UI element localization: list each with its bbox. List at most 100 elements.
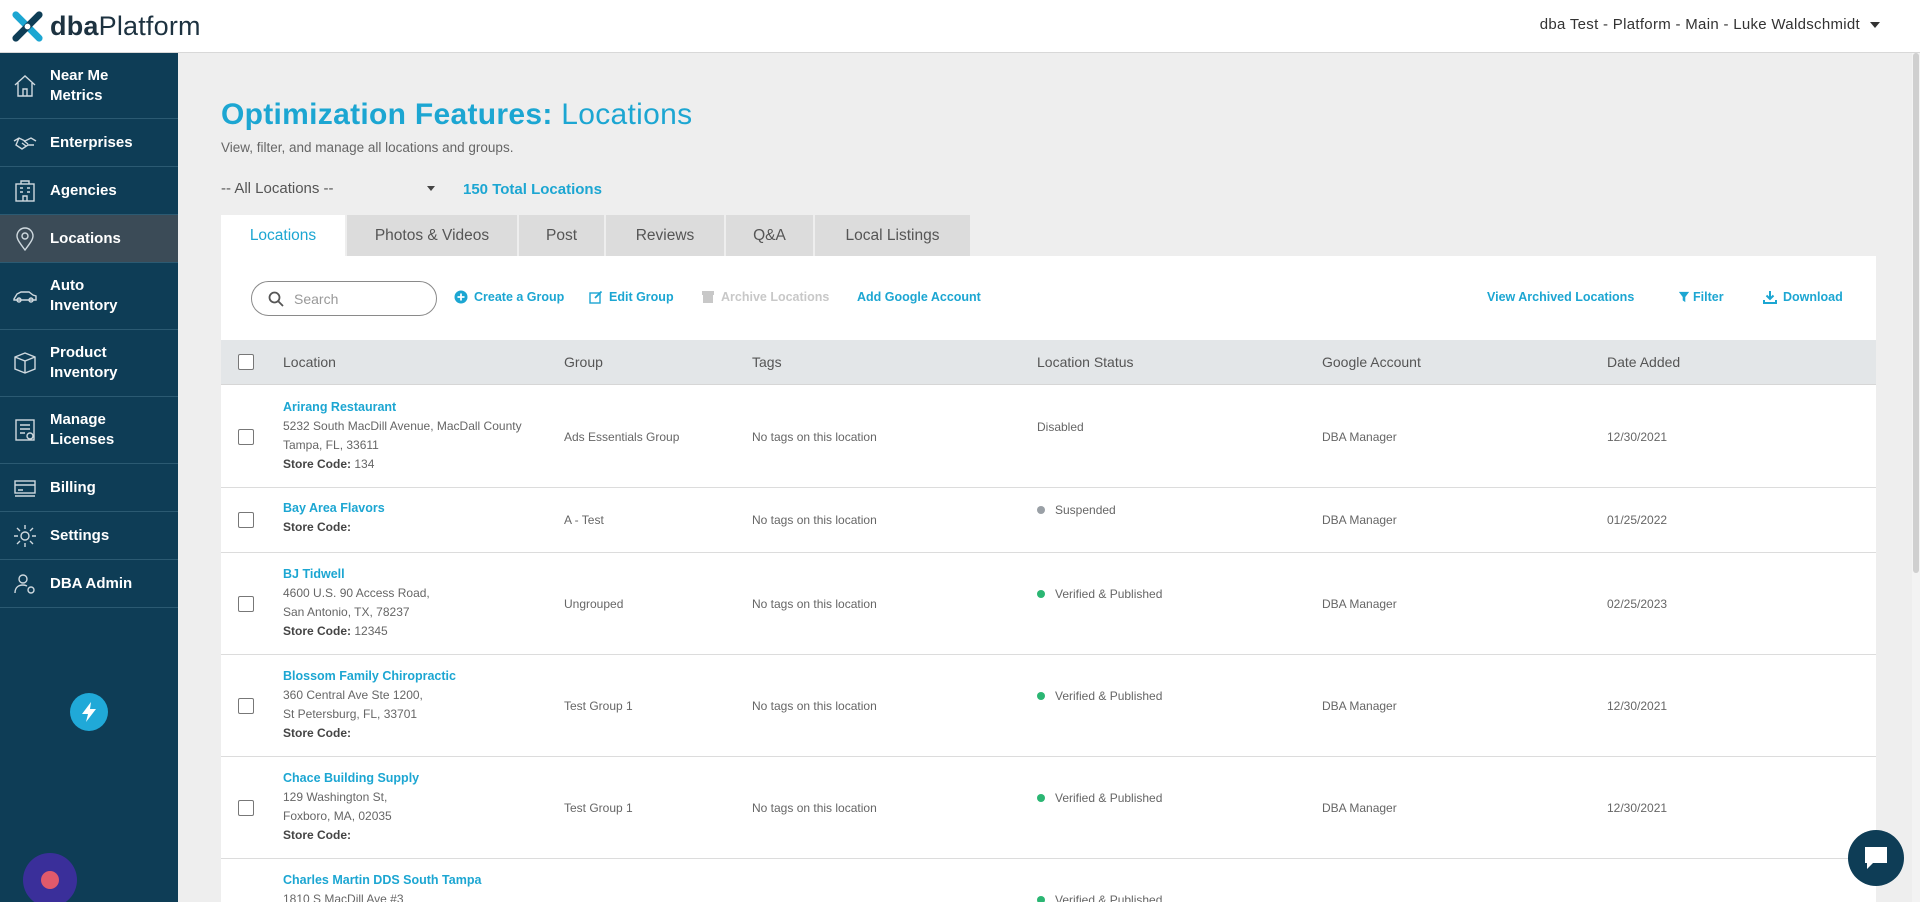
status-dot-icon	[1037, 794, 1045, 802]
location-cell: Blossom Family Chiropractic 360 Central …	[283, 669, 456, 743]
filter-label: Filter	[1693, 290, 1724, 304]
chat-button[interactable]	[1848, 830, 1904, 886]
tab-locations[interactable]: Locations	[221, 215, 345, 256]
store-code: Store Code: 134	[283, 457, 375, 471]
location-cell: Chace Building Supply 129 Washington St,…	[283, 771, 419, 845]
row-checkbox[interactable]	[238, 800, 254, 816]
location-cell: Bay Area Flavors Store Code:	[283, 501, 385, 537]
edit-group-label: Edit Group	[609, 290, 674, 304]
create-group-label: Create a Group	[474, 290, 565, 304]
tab-local-listings[interactable]: Local Listings	[815, 215, 970, 256]
view-archived-locations-button[interactable]: View Archived Locations	[1487, 290, 1634, 304]
column-header-google-account[interactable]: Google Account	[1322, 354, 1421, 370]
page-scrollbar[interactable]	[1912, 53, 1920, 902]
column-header-tags[interactable]: Tags	[752, 354, 782, 370]
filter-icon	[1678, 291, 1690, 303]
chat-bubble-icon	[1865, 847, 1887, 869]
date-added-cell: 01/25/2022	[1607, 513, 1668, 527]
archive-locations-button[interactable]: Archive Locations	[701, 290, 829, 304]
gear-icon	[12, 523, 38, 549]
location-name-link[interactable]: Blossom Family Chiropractic	[283, 669, 456, 683]
sidebar-item-label: Enterprises	[50, 133, 133, 151]
sidebar-item-auto-inventory[interactable]: Auto Inventory	[0, 263, 178, 330]
group-cell: Test Group 1	[564, 801, 633, 815]
record-dot-icon	[41, 871, 59, 889]
status-dot-icon	[1037, 506, 1045, 514]
search-icon	[268, 291, 284, 307]
location-address-line: 129 Washington St,	[283, 790, 388, 804]
location-cell: Arirang Restaurant 5232 South MacDill Av…	[283, 400, 522, 474]
download-button[interactable]: Download	[1763, 290, 1843, 304]
column-header-date-added[interactable]: Date Added	[1607, 354, 1680, 370]
location-name-link[interactable]: Chace Building Supply	[283, 771, 419, 785]
status-cell: Suspended	[1037, 503, 1116, 517]
status-label: Suspended	[1055, 503, 1116, 517]
add-google-account-button[interactable]: Add Google Account	[857, 290, 981, 304]
tab-reviews[interactable]: Reviews	[606, 215, 724, 256]
table-header: Location Group Tags Location Status Goog…	[221, 340, 1876, 385]
sidebar-item-locations[interactable]: Locations	[0, 215, 178, 263]
logo-mark-icon	[12, 11, 43, 42]
location-name-link[interactable]: BJ Tidwell	[283, 567, 430, 581]
sidebar-item-agencies[interactable]: Agencies	[0, 167, 178, 215]
sidebar-item-label: Billing	[50, 478, 96, 496]
sidebar-item-enterprises[interactable]: Enterprises	[0, 119, 178, 167]
status-dot-icon	[1037, 590, 1045, 598]
tab-qa[interactable]: Q&A	[726, 215, 813, 256]
table-row: Blossom Family Chiropractic 360 Central …	[221, 655, 1876, 757]
search-box[interactable]	[251, 281, 437, 316]
date-added-cell: 12/30/2021	[1607, 699, 1668, 713]
location-name-link[interactable]: Charles Martin DDS South Tampa	[283, 873, 481, 887]
location-name-link[interactable]: Arirang Restaurant	[283, 400, 522, 414]
status-label: Verified & Published	[1055, 689, 1163, 703]
location-select[interactable]: -- All Locations --	[221, 180, 443, 197]
quick-action-bolt-icon[interactable]	[70, 693, 108, 731]
download-icon	[1763, 291, 1777, 304]
dba-platform-logo[interactable]: dbaPlatform	[10, 9, 201, 44]
total-locations-link[interactable]: 150 Total Locations	[463, 181, 602, 198]
home-icon	[12, 73, 38, 99]
edit-group-button[interactable]: Edit Group	[589, 290, 674, 304]
row-checkbox[interactable]	[238, 596, 254, 612]
status-cell: Disabled	[1037, 420, 1084, 434]
select-all-checkbox[interactable]	[238, 354, 254, 370]
google-account-cell: DBA Manager	[1322, 597, 1397, 611]
sidebar-item-billing[interactable]: Billing	[0, 464, 178, 512]
status-cell: Verified & Published	[1037, 689, 1162, 703]
column-header-location-status[interactable]: Location Status	[1037, 354, 1134, 370]
assistant-orb-button[interactable]	[23, 853, 77, 902]
column-header-location[interactable]: Location	[283, 354, 336, 370]
account-switcher[interactable]: dba Test - Platform - Main - Luke Waldsc…	[1540, 16, 1880, 33]
sidebar-item-near-me-metrics[interactable]: Near Me Metrics	[0, 53, 178, 119]
tags-cell: No tags on this location	[752, 513, 877, 527]
tab-post[interactable]: Post	[519, 215, 604, 256]
date-added-cell: 12/30/2021	[1607, 430, 1668, 444]
sidebar-item-manage-licenses[interactable]: Manage Licenses	[0, 397, 178, 464]
scrollbar-thumb[interactable]	[1913, 53, 1919, 573]
search-input[interactable]	[294, 290, 414, 307]
create-group-button[interactable]: Create a Group	[454, 290, 564, 304]
status-cell: Verified & Published	[1037, 791, 1162, 805]
location-address-line: 1810 S MacDill Ave #3	[283, 892, 404, 902]
row-checkbox[interactable]	[238, 698, 254, 714]
google-account-cell: DBA Manager	[1322, 699, 1397, 713]
sidebar-item-dba-admin[interactable]: DBA Admin	[0, 560, 178, 608]
location-address-line: Foxboro, MA, 02035	[283, 809, 392, 823]
row-checkbox[interactable]	[238, 512, 254, 528]
handshake-icon	[12, 130, 38, 156]
google-account-cell: DBA Manager	[1322, 430, 1397, 444]
date-added-cell: 12/30/2021	[1607, 801, 1668, 815]
row-checkbox[interactable]	[238, 429, 254, 445]
location-name-link[interactable]: Bay Area Flavors	[283, 501, 385, 515]
logo-text: dbaPlatform	[50, 11, 201, 41]
page-subtitle: View, filter, and manage all locations a…	[221, 140, 514, 155]
sidebar-item-settings[interactable]: Settings	[0, 512, 178, 560]
sidebar-item-product-inventory[interactable]: Product Inventory	[0, 330, 178, 397]
tab-photos-videos[interactable]: Photos & Videos	[347, 215, 517, 256]
table-row: BJ Tidwell 4600 U.S. 90 Access Road, San…	[221, 553, 1876, 655]
google-account-cell: DBA Manager	[1322, 513, 1397, 527]
column-header-group[interactable]: Group	[564, 354, 603, 370]
table-row: Charles Martin DDS South Tampa 1810 S Ma…	[221, 859, 1876, 902]
filter-button[interactable]: Filter	[1678, 290, 1724, 304]
store-code: Store Code:	[283, 828, 352, 842]
